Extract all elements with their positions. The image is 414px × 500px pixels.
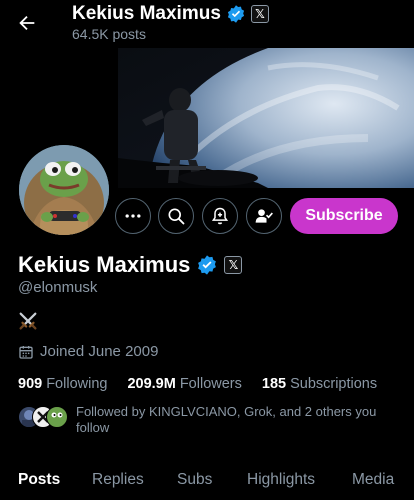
following-stat[interactable]: 909 Following [18, 376, 107, 392]
follower-avatar [46, 406, 68, 428]
profile-banner[interactable] [118, 48, 414, 188]
profile-name: Kekius Maximus [18, 252, 191, 277]
profile-name-row: Kekius Maximus 𝕏 [18, 252, 243, 278]
followed-by-text[interactable]: Followed by KINGLVCIANO, Grok, and 2 oth… [76, 404, 396, 436]
header-title-row: Kekius Maximus 𝕏 [72, 3, 269, 25]
header-name: Kekius Maximus [72, 3, 221, 24]
following-label: Following [46, 376, 108, 392]
x-affiliate-badge[interactable]: 𝕏 [224, 256, 243, 274]
profile-stats: 909 Following 209.9M Followers 185 Subscrip… [18, 376, 377, 392]
profile-handle: @elonmusk [18, 279, 98, 296]
more-dots-icon [125, 214, 141, 218]
joined-date-row: Joined June 2009 [18, 343, 158, 360]
followers-stat[interactable]: 209.9M Followers [127, 376, 241, 392]
back-button[interactable] [12, 8, 42, 38]
subscriptions-count: 185 [261, 376, 287, 392]
notifications-button[interactable] [202, 198, 238, 234]
top-bar: Kekius Maximus 𝕏 64.5K posts [0, 0, 414, 48]
x-affiliate-badge: 𝕏 [250, 5, 269, 23]
pepe-knight-avatar-image [19, 145, 109, 235]
followers-count: 209.9M [127, 376, 176, 392]
banner-image [118, 48, 414, 188]
person-check-icon [255, 209, 273, 223]
search-icon [168, 208, 185, 225]
following-count: 909 [18, 376, 43, 392]
tab-subs[interactable]: Subs [177, 471, 212, 489]
tab-media[interactable]: Media [352, 471, 394, 489]
search-profile-button[interactable] [158, 198, 194, 234]
calendar-icon [19, 345, 33, 359]
followers-label: Followers [179, 376, 242, 392]
tab-highlights[interactable]: Highlights [247, 471, 315, 489]
profile-avatar[interactable] [16, 142, 112, 238]
more-options-button[interactable] [115, 198, 151, 234]
header-post-count: 64.5K posts [72, 26, 146, 42]
verified-badge-icon[interactable] [196, 254, 218, 276]
subscribe-button[interactable]: Subscribe [290, 198, 398, 234]
profile-tabs: Posts Replies Subs Highlights Media [0, 462, 414, 500]
following-status-button[interactable] [246, 198, 282, 234]
tab-posts[interactable]: Posts [18, 471, 60, 489]
verified-badge-icon [227, 5, 244, 23]
subscriptions-stat[interactable]: 185 Subscriptions [262, 376, 377, 392]
arrow-left-icon [19, 15, 35, 31]
followed-by-avatars[interactable] [18, 404, 70, 428]
crossed-swords-icon [19, 312, 37, 330]
joined-date-text: Joined June 2009 [40, 343, 159, 360]
subscriptions-label: Subscriptions [290, 376, 378, 392]
bell-plus-icon [211, 207, 229, 225]
tab-replies[interactable]: Replies [92, 471, 144, 489]
